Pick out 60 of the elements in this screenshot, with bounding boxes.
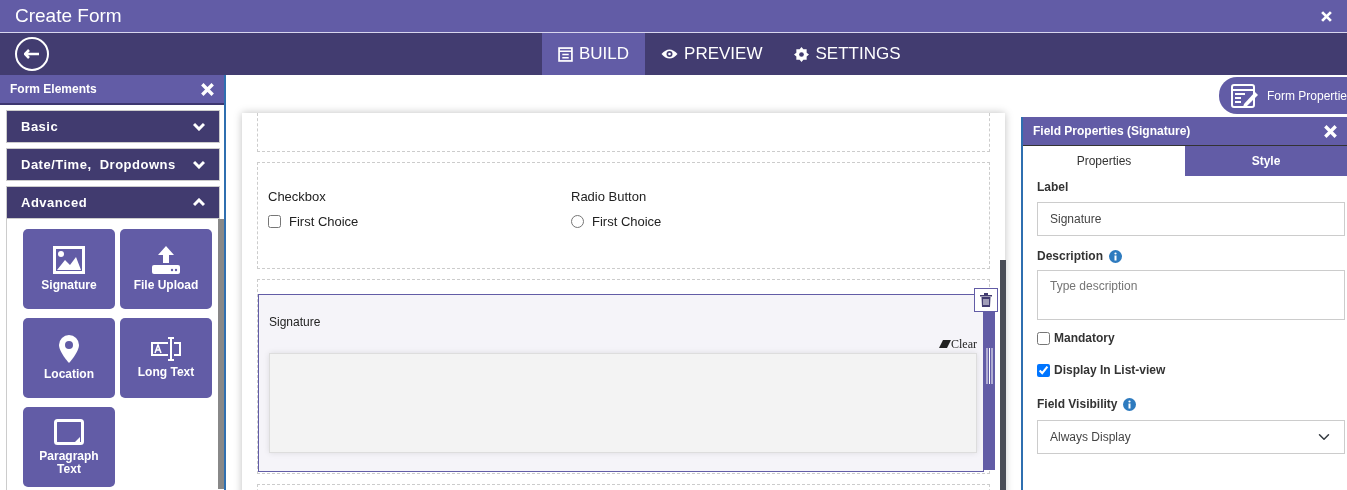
element-tile[interactable]: Location [23, 318, 115, 398]
close-icon[interactable] [1324, 124, 1337, 138]
location-pin-icon [59, 335, 79, 364]
resize-handle[interactable] [984, 312, 995, 470]
chevron-up-icon [193, 198, 205, 207]
field-label: Field Visibility [1037, 396, 1118, 413]
element-tile[interactable]: Signature [23, 229, 115, 309]
form-properties-button[interactable]: Form Propertie [1218, 77, 1347, 114]
checkbox[interactable] [1037, 331, 1050, 345]
element-tile[interactable]: Long Text [120, 318, 212, 398]
panel-tab[interactable]: Style [1185, 146, 1347, 176]
back-button[interactable] [15, 37, 49, 71]
option-label: First Choice [289, 212, 359, 231]
chevron-down-icon [193, 160, 205, 169]
panel-title: Field Properties (Signature) [1033, 123, 1191, 140]
form-icon [558, 46, 573, 62]
element-tile[interactable]: File Upload [120, 229, 212, 309]
form-edit-icon [1230, 83, 1259, 108]
text-field-icon [151, 337, 181, 362]
label-input[interactable]: Signature [1037, 202, 1345, 236]
arrow-left-icon [24, 49, 40, 59]
settings-icon [794, 46, 810, 62]
clear-link[interactable]: Clear [951, 335, 977, 353]
selected-field[interactable]: Signature Clear [258, 294, 984, 472]
nav-tab[interactable]: SETTINGS [778, 33, 917, 75]
field-label: Radio Button [571, 188, 648, 206]
info-icon[interactable] [1109, 249, 1122, 263]
field-label: Checkbox [268, 188, 327, 206]
field-label: Signature [269, 314, 322, 331]
trash-icon [980, 293, 992, 307]
scrollbar[interactable] [1000, 260, 1006, 490]
radio-button[interactable] [571, 214, 584, 228]
close-icon[interactable] [1321, 10, 1332, 22]
eraser-icon [939, 340, 951, 348]
window-title: Create Form [15, 3, 122, 28]
upload-icon [152, 246, 180, 275]
accordion-header[interactable]: Date/Time, Dropdowns [6, 148, 220, 181]
checkbox-label: Display In List-view [1054, 362, 1166, 379]
scrollbar[interactable] [218, 219, 224, 489]
close-icon[interactable] [201, 82, 214, 96]
field-label: Label [1037, 179, 1070, 196]
element-tile[interactable]: Paragraph Text [23, 407, 115, 487]
accordion-header[interactable]: Advanced [6, 186, 220, 219]
delete-button[interactable] [974, 288, 998, 312]
option-label: First Choice [592, 212, 662, 231]
panel-title: Form Elements [10, 81, 97, 98]
description-field[interactable]: Type description [1037, 270, 1345, 320]
field-label: Description [1037, 248, 1103, 265]
info-icon[interactable] [1123, 397, 1137, 411]
checkbox[interactable] [1037, 363, 1050, 377]
eye-icon [661, 48, 679, 60]
nav-tab[interactable]: BUILD [542, 33, 646, 75]
accordion-header[interactable]: Basic [6, 110, 220, 143]
checkbox[interactable] [268, 214, 281, 228]
visibility-dropdown[interactable]: Always Display [1037, 420, 1345, 454]
textarea-icon [54, 418, 84, 445]
checkbox-label: Mandatory [1054, 330, 1115, 347]
chevron-down-icon [193, 122, 205, 131]
nav-tab[interactable]: PREVIEW [645, 33, 779, 75]
image-icon [53, 246, 85, 275]
